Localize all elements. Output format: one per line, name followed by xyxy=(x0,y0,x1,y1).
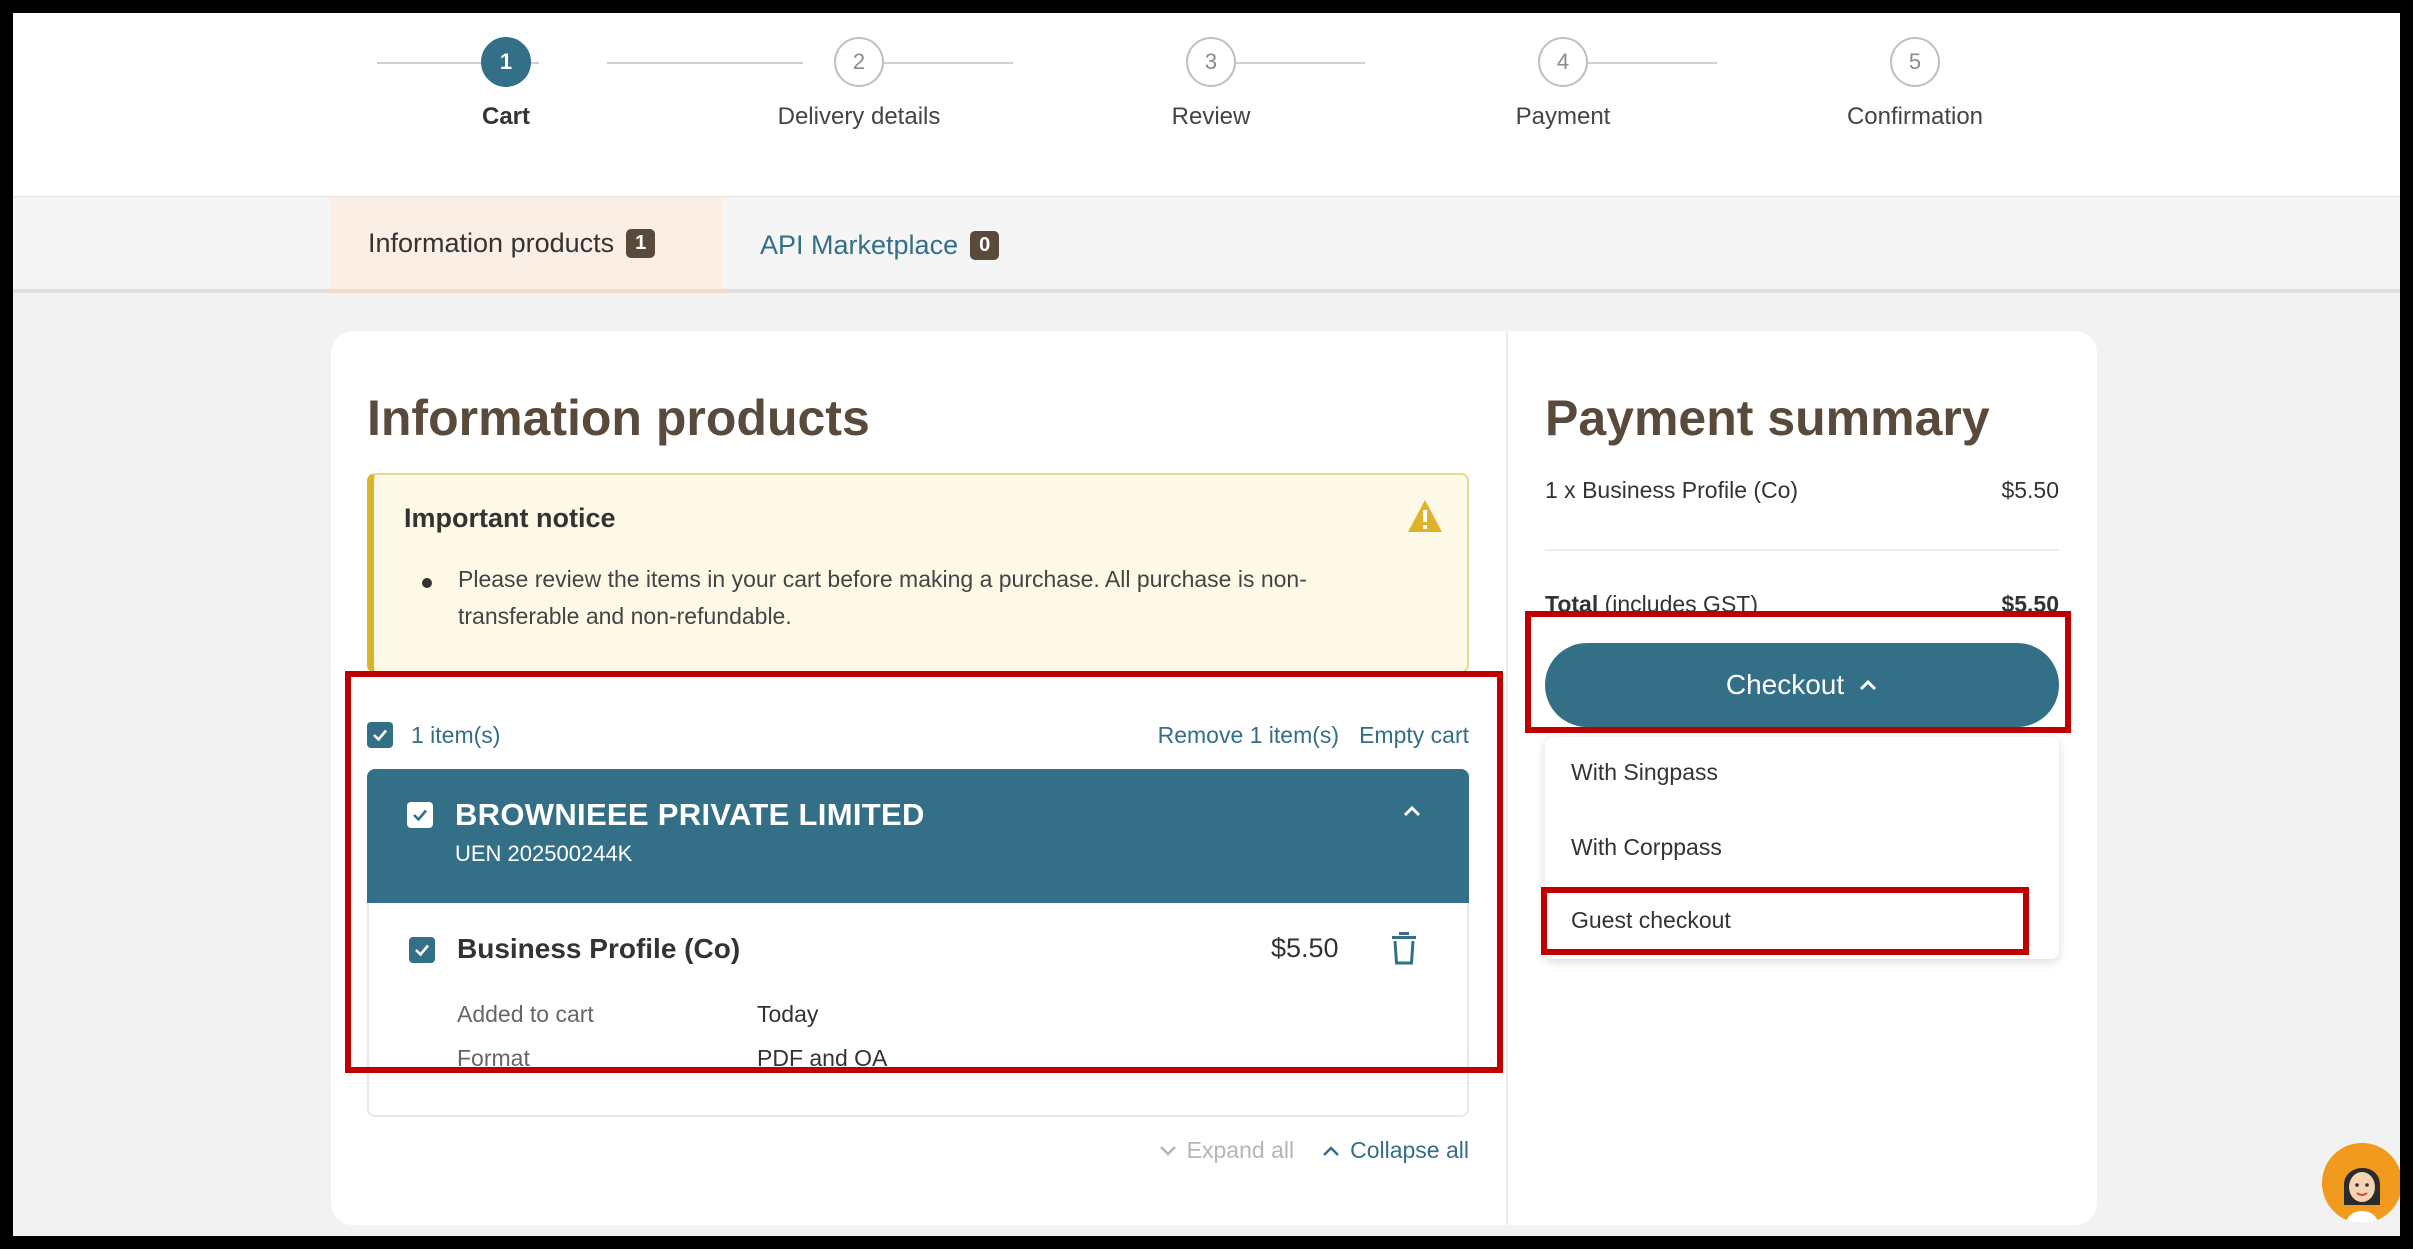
cart-tabs: Information products 1 API Marketplace 0 xyxy=(13,197,2400,293)
bullet xyxy=(422,578,432,588)
highlight-checkout-button xyxy=(1525,611,2071,733)
step-delivery-details: 2 Delivery details xyxy=(729,37,989,131)
menu-item-singpass[interactable]: With Singpass xyxy=(1571,759,1718,786)
page: 1 Cart 2 Delivery details 3 Review 4 Pay… xyxy=(13,13,2400,1236)
chevron-down-icon xyxy=(1159,1145,1176,1156)
collapse-all-label: Collapse all xyxy=(1350,1137,1469,1163)
chevron-up-icon xyxy=(1323,1145,1339,1156)
expand-collapse-controls: Expand all Collapse all xyxy=(367,1137,1469,1164)
step-review: 3 Review xyxy=(1081,37,1341,131)
menu-item-corppass[interactable]: With Corppass xyxy=(1571,834,1722,861)
step-number: 2 xyxy=(834,37,884,87)
column-divider xyxy=(1506,331,1508,1225)
step-payment: 4 Payment xyxy=(1433,37,1693,131)
tab-count-badge: 1 xyxy=(626,228,656,258)
expand-all-button[interactable]: Expand all xyxy=(1159,1137,1294,1164)
assistant-face-icon xyxy=(2322,1143,2400,1223)
step-number: 5 xyxy=(1890,37,1940,87)
step-number: 1 xyxy=(481,37,531,87)
tab-label: API Marketplace xyxy=(760,229,959,260)
payment-line-item: 1 x Business Profile (Co) $5.50 xyxy=(1545,477,2059,504)
summary-divider xyxy=(1545,549,2059,551)
tab-api-marketplace[interactable]: API Marketplace 0 xyxy=(723,197,1043,293)
step-label: Confirmation xyxy=(1846,103,1984,130)
tab-information-products[interactable]: Information products 1 xyxy=(331,197,723,293)
highlight-cart-items xyxy=(345,671,1503,1073)
step-number: 3 xyxy=(1186,37,1236,87)
checkout-stepper: 1 Cart 2 Delivery details 3 Review 4 Pay… xyxy=(13,13,2400,197)
notice-title: Important notice xyxy=(404,503,616,533)
warning-icon xyxy=(1408,500,1442,532)
step-cart: 1 Cart xyxy=(376,37,636,131)
tab-label: Information products xyxy=(368,227,615,258)
highlight-guest-checkout xyxy=(1541,887,2029,955)
notice-text: Please review the items in your cart bef… xyxy=(458,566,1307,629)
chat-avatar-icon[interactable] xyxy=(2322,1143,2400,1223)
step-label: Review xyxy=(1171,103,1251,130)
line-item-label: 1 x Business Profile (Co) xyxy=(1545,477,1799,503)
expand-all-label: Expand all xyxy=(1186,1137,1295,1163)
collapse-all-button[interactable]: Collapse all xyxy=(1322,1137,1469,1164)
payment-summary-heading: Payment summary xyxy=(1545,390,1990,446)
step-label: Cart xyxy=(481,103,530,130)
cart-heading: Information products xyxy=(367,390,870,446)
step-label: Delivery details xyxy=(777,103,941,130)
step-label: Payment xyxy=(1515,103,1611,130)
step-number: 4 xyxy=(1538,37,1588,87)
important-notice: Important notice Please review the items… xyxy=(367,473,1469,673)
step-confirmation: 5 Confirmation xyxy=(1785,37,2045,131)
line-item-price: $5.50 xyxy=(2001,477,2059,503)
tab-count-badge: 0 xyxy=(970,230,1000,260)
